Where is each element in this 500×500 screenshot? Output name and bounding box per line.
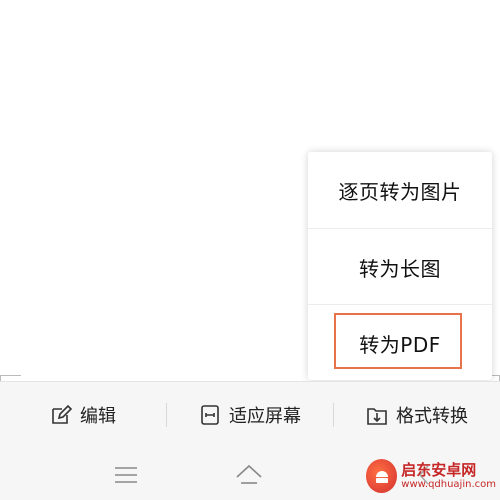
menu-item-page-to-images[interactable]: 逐页转为图片 — [308, 152, 492, 228]
android-icon — [375, 471, 388, 483]
edit-icon — [52, 404, 72, 424]
menu-item-label: 逐页转为图片 — [338, 179, 462, 204]
edit-label: 编辑 — [80, 406, 116, 427]
menu-icon[interactable] — [111, 460, 141, 490]
watermark-url: www.qdhuajin.com — [401, 478, 496, 490]
watermark-logo — [366, 459, 398, 493]
watermark-title: 启东安卓网 — [401, 461, 477, 480]
menu-item-label: 转为PDF — [359, 332, 441, 357]
edit-button[interactable]: 编辑 — [0, 382, 166, 448]
home-icon[interactable] — [234, 460, 264, 490]
bottom-toolbar: 编辑 适应屏幕 格式转换 — [0, 381, 500, 448]
fit-screen-label: 适应屏幕 — [229, 406, 301, 427]
convert-format-label: 格式转换 — [396, 406, 468, 427]
watermark: 启东安卓网 www.qdhuajin.com — [366, 454, 496, 498]
fit-screen-button[interactable]: 适应屏幕 — [167, 382, 333, 448]
fit-screen-icon — [201, 405, 219, 425]
convert-format-menu: 逐页转为图片 转为长图 转为PDF — [308, 152, 492, 380]
menu-item-to-pdf[interactable]: 转为PDF — [308, 304, 492, 381]
convert-format-icon — [367, 408, 387, 425]
menu-item-label: 转为长图 — [359, 256, 441, 281]
convert-format-button[interactable]: 格式转换 — [334, 382, 500, 448]
menu-item-to-long-image[interactable]: 转为长图 — [308, 228, 492, 305]
